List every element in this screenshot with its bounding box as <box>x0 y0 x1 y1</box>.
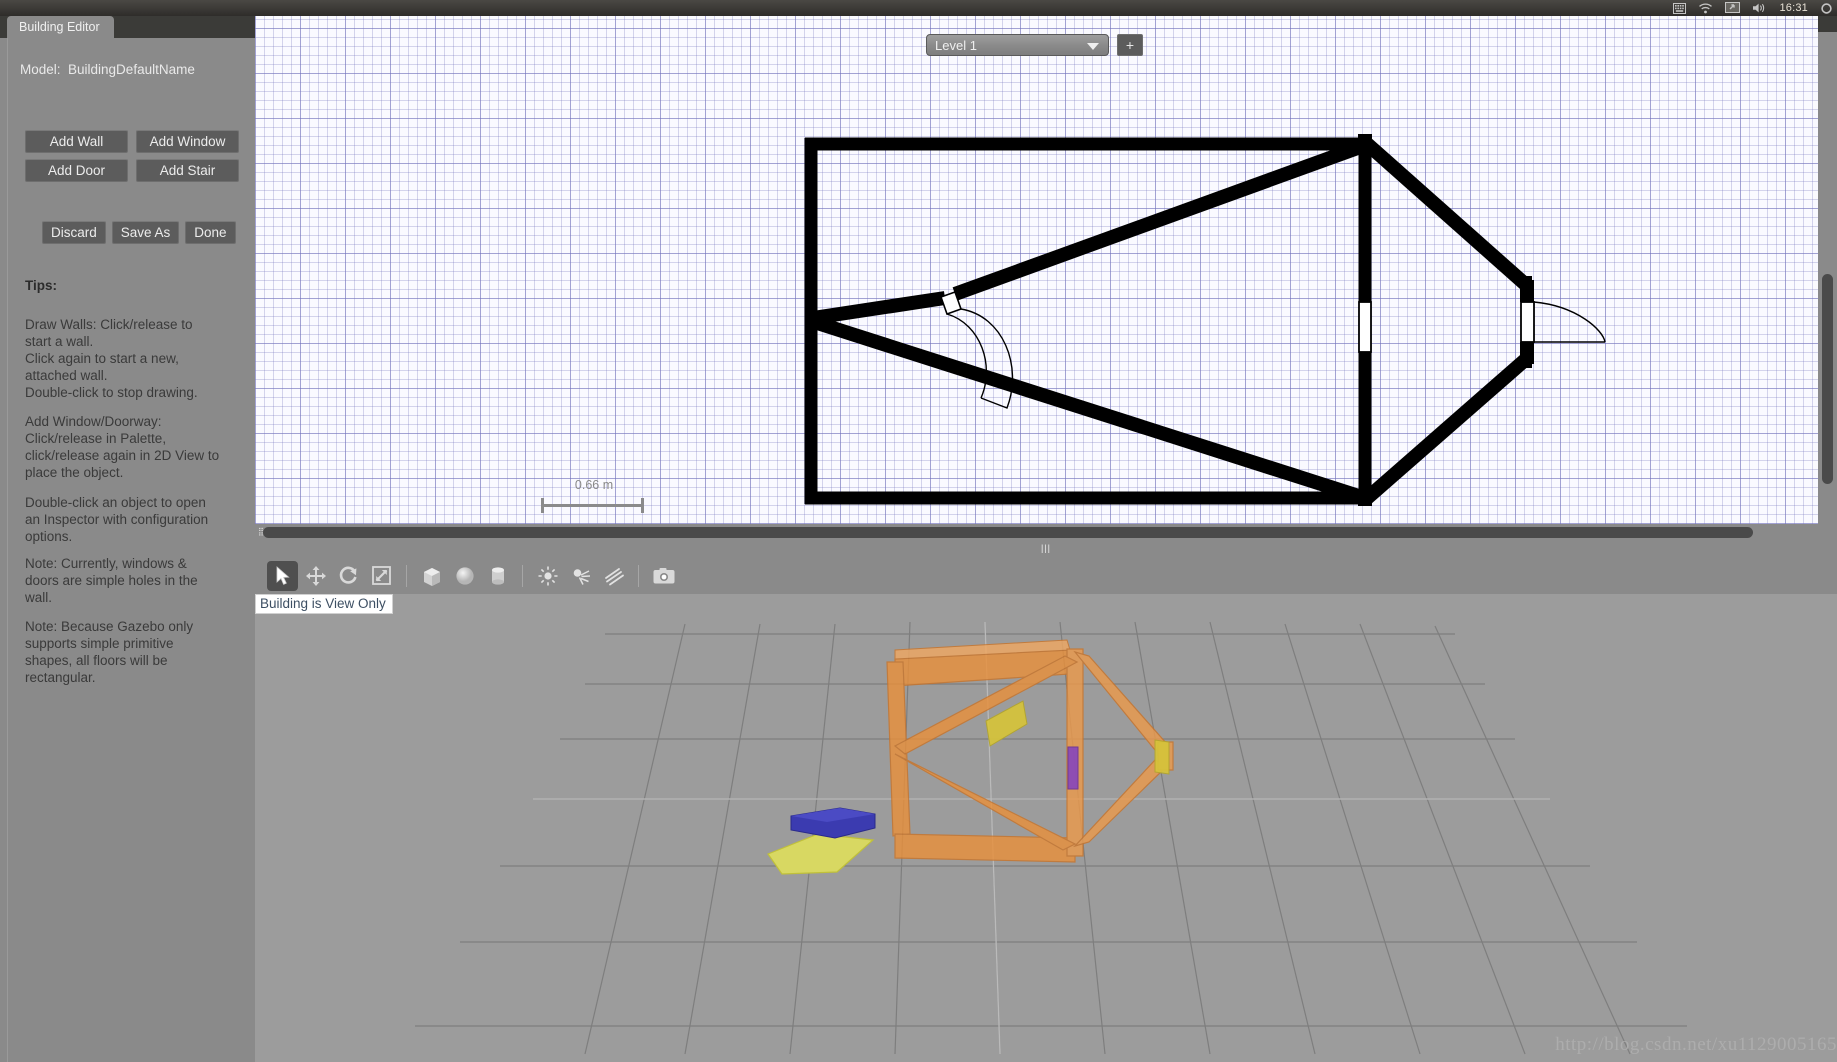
splitter-handle[interactable]: ||| <box>1041 544 1051 553</box>
2d-floorplan-view[interactable]: Level 1 + 0.66 m <box>255 16 1818 524</box>
tab-label: Building Editor <box>19 20 100 34</box>
select-arrow-tool[interactable] <box>267 560 298 591</box>
tip-note-rectangular-floors: Note: Because Gazebo only supports simpl… <box>25 619 194 685</box>
add-door-button[interactable]: Add Door <box>25 159 128 182</box>
gazebo-building-editor-window: 16:31 Building Editor Model: BuildingDef… <box>0 0 1837 1062</box>
model-name-label: Model: BuildingDefaultName <box>20 62 195 77</box>
tab-building-editor[interactable]: Building Editor <box>7 16 114 38</box>
tip-note-holes: Note: Currently, windows & doors are sim… <box>25 556 198 605</box>
done-button[interactable]: Done <box>185 221 236 244</box>
door-opening-2 <box>1520 301 1606 343</box>
tip-add-window-doorway: Add Window/Doorway: Click/release in Pal… <box>25 414 220 480</box>
scene-object-blue-box <box>790 807 876 839</box>
toolbar-separator <box>522 564 523 587</box>
spot-light-tool[interactable] <box>565 561 596 591</box>
vertical-scrollbar[interactable] <box>1818 32 1837 540</box>
save-as-button[interactable]: Save As <box>111 221 180 244</box>
floorplan-drawing <box>804 134 1606 506</box>
render-toolbar <box>255 557 1837 594</box>
tips-heading: Tips: <box>25 278 58 293</box>
vertical-scrollbar-thumb[interactable] <box>1822 274 1833 484</box>
tip-draw-walls: Draw Walls: Click/release to start a wal… <box>25 317 198 400</box>
toolbar-separator <box>638 564 639 587</box>
tip-inspector: Double-click an object to open an Inspec… <box>25 495 209 544</box>
splitter-drag-dots[interactable]: ⣿ <box>258 528 264 536</box>
box-shape-tool[interactable] <box>416 561 447 591</box>
discard-button[interactable]: Discard <box>42 221 106 244</box>
system-top-panel: 16:31 <box>0 0 1837 16</box>
door-opening-1 <box>939 290 1014 409</box>
window-opening-1 <box>1358 301 1372 353</box>
sphere-shape-tool[interactable] <box>449 561 480 591</box>
level-controls: Level 1 + <box>926 34 1143 56</box>
translate-tool[interactable] <box>300 561 331 591</box>
view-splitter-strip: ||| <box>255 524 1837 557</box>
volume-icon[interactable] <box>1752 2 1767 14</box>
display-icon[interactable] <box>1725 2 1741 14</box>
add-element-button-grid: Add Wall Add Window Add Door Add Stair <box>25 130 240 188</box>
door-3d-2 <box>1154 739 1170 775</box>
scene-object-yellow-plane <box>767 833 875 875</box>
level-select-value: Level 1 <box>935 37 977 53</box>
screenshot-camera-tool[interactable] <box>648 561 679 591</box>
window-3d-1 <box>1067 746 1079 790</box>
blog-watermark: http://blog.csdn.net/xu1129005165 <box>1555 1034 1837 1055</box>
add-level-button[interactable]: + <box>1117 34 1143 56</box>
add-wall-button[interactable]: Add Wall <box>25 130 128 153</box>
directional-light-tool[interactable] <box>598 561 629 591</box>
rotate-tool[interactable] <box>333 561 364 591</box>
cylinder-shape-tool[interactable] <box>482 561 513 591</box>
chevron-down-icon <box>1087 43 1099 50</box>
add-stair-button[interactable]: Add Stair <box>136 159 239 182</box>
wifi-icon[interactable] <box>1698 2 1713 14</box>
view-only-status-message: Building is View Only <box>255 594 393 614</box>
building-3d-model <box>886 639 1174 863</box>
building-editor-palette: Building Editor Model: BuildingDefaultNa… <box>0 16 255 1062</box>
scale-bar-label: 0.66 m <box>574 478 614 492</box>
toolbar-separator <box>406 564 407 587</box>
system-clock[interactable]: 16:31 <box>1779 2 1808 14</box>
gear-icon[interactable] <box>1820 2 1833 15</box>
scale-bar: 0.66 m <box>541 478 644 513</box>
point-light-tool[interactable] <box>532 561 563 591</box>
level-select[interactable]: Level 1 <box>926 34 1109 56</box>
3d-scene <box>415 621 1687 1055</box>
horizontal-scrollbar[interactable] <box>263 527 1753 538</box>
palette-body: Model: BuildingDefaultName Add Wall Add … <box>7 38 255 1062</box>
keyboard-icon[interactable] <box>1673 2 1687 14</box>
scale-bar-graphic <box>541 498 644 513</box>
editor-main-area: Level 1 + 0.66 m ||| Building is View On… <box>255 16 1837 1062</box>
add-window-button[interactable]: Add Window <box>136 130 239 153</box>
3d-render-view[interactable]: http://blog.csdn.net/xu1129005165 <box>255 594 1837 1062</box>
editor-action-buttons: Discard Save As Done <box>42 221 236 244</box>
scale-tool[interactable] <box>366 561 397 591</box>
